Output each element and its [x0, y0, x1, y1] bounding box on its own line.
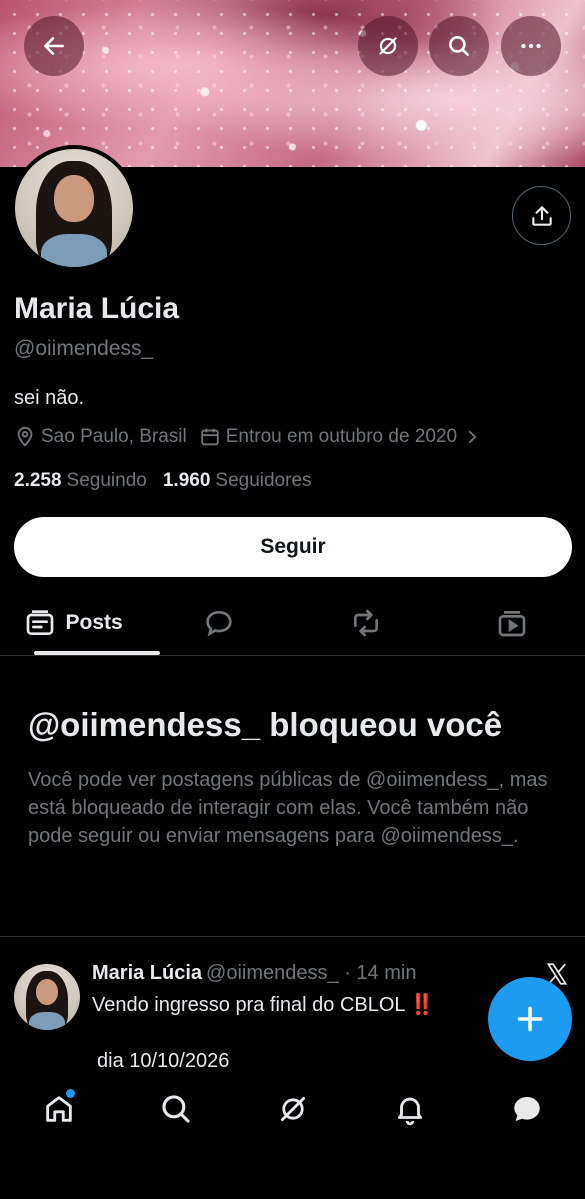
compose-button[interactable]	[488, 977, 572, 1061]
joined-text: Entrou em outubro de 2020	[225, 426, 458, 447]
share-icon	[531, 205, 552, 226]
profile-bio: sei não.	[14, 387, 85, 409]
chevron-right-icon	[468, 430, 477, 444]
nav-search[interactable]	[117, 1078, 234, 1199]
post-header: Maria Lúcia @oiimendess_ · 14 min	[92, 962, 416, 985]
profile-tabs: Posts	[0, 590, 585, 656]
posts-icon	[26, 609, 53, 635]
replies-icon	[206, 610, 233, 636]
joined-item[interactable]: Entrou em outubro de 2020	[199, 426, 486, 448]
post-text: Vendo ingresso pra final do CBLOL ‼️	[92, 992, 434, 1017]
follow-button[interactable]: Seguir	[14, 517, 572, 577]
grok-icon	[379, 37, 397, 55]
blocked-message: Você pode ver postagens públicas de @oii…	[28, 769, 548, 847]
tab-reposts[interactable]	[293, 590, 439, 655]
blocked-title: @oiimendess_ bloqueou você	[28, 706, 503, 743]
profile-handle: @oiimendess_	[14, 337, 154, 360]
home-notification-dot	[66, 1089, 75, 1098]
tab-replies[interactable]	[146, 590, 292, 655]
bottom-nav	[0, 1078, 585, 1199]
more-horizontal-icon	[521, 43, 541, 49]
post-text-line2: dia 10/10/2026	[97, 1050, 230, 1072]
post-divider	[0, 936, 585, 937]
post-text-content: Vendo ingresso pra final do CBLOL	[92, 994, 406, 1016]
back-button[interactable]	[24, 16, 84, 76]
grok-icon	[280, 1096, 305, 1122]
search-button[interactable]	[429, 16, 489, 76]
followers-stat[interactable]: 1.960 Seguidores	[163, 470, 312, 492]
profile-banner[interactable]	[0, 0, 585, 167]
tab-media[interactable]	[439, 590, 585, 655]
more-button[interactable]	[501, 16, 561, 76]
post-author-handle: @oiimendess_ · 14 min	[206, 962, 417, 984]
followers-count: 1.960	[162, 470, 211, 491]
share-button[interactable]	[512, 186, 571, 245]
location-pin-icon	[17, 426, 33, 447]
tab-posts[interactable]: Posts	[0, 590, 161, 655]
search-icon	[161, 1095, 190, 1123]
following-label: Seguindo	[66, 470, 147, 491]
tab-posts-label: Posts	[65, 610, 123, 634]
notifications-icon	[397, 1097, 422, 1126]
search-icon	[449, 36, 469, 56]
location-item: Sao Paulo, Brasil	[14, 426, 187, 448]
nav-messages[interactable]	[468, 1078, 585, 1199]
calendar-icon	[201, 428, 219, 446]
profile-meta: Sao Paulo, Brasil Entrou em outubro de 2…	[14, 426, 498, 448]
profile-avatar[interactable]	[11, 145, 137, 271]
post-author-name[interactable]: Maria Lúcia	[92, 962, 202, 984]
profile-stats: 2.258 Seguindo 1.960 Seguidores	[14, 470, 328, 492]
following-stat[interactable]: 2.258 Seguindo	[14, 470, 147, 492]
reposts-icon	[353, 609, 378, 636]
post-emoji: ‼️	[409, 994, 435, 1016]
followers-label: Seguidores	[215, 470, 312, 491]
arrow-left-icon	[44, 37, 64, 55]
nav-home[interactable]	[0, 1078, 117, 1199]
nav-grok[interactable]	[234, 1078, 351, 1199]
grok-button[interactable]	[358, 16, 418, 76]
media-icon	[498, 610, 526, 636]
nav-notifications[interactable]	[351, 1078, 468, 1199]
messages-icon	[513, 1096, 540, 1122]
location-text: Sao Paulo, Brasil	[41, 426, 187, 447]
plus-icon	[517, 1006, 543, 1032]
profile-name: Maria Lúcia	[14, 292, 180, 325]
following-count: 2.258	[14, 470, 62, 491]
post-avatar[interactable]	[14, 964, 80, 1030]
avatar-photo	[15, 149, 133, 267]
